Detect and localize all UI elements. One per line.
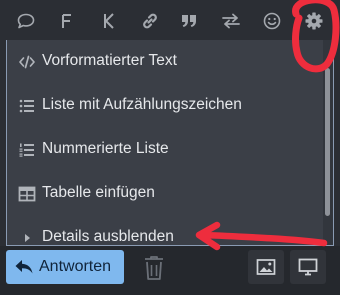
menu-item-label: Vorformatierter Text bbox=[42, 52, 177, 69]
menu-item-label: Tabelle einfügen bbox=[42, 184, 155, 201]
bold-button[interactable] bbox=[53, 8, 81, 34]
options-button[interactable] bbox=[300, 8, 328, 34]
menu-item-preformatted-text[interactable]: Vorformatierter Text bbox=[7, 40, 323, 84]
menu-item-numbered-list[interactable]: Nummerierte Liste bbox=[7, 128, 323, 172]
reply-arrow-icon bbox=[15, 260, 33, 274]
italic-icon bbox=[104, 13, 114, 29]
blockquote-button[interactable] bbox=[175, 8, 203, 34]
caret-right-icon bbox=[17, 228, 37, 245]
composer-footer: Antworten bbox=[0, 246, 340, 295]
reply-button-label: Antworten bbox=[39, 258, 112, 275]
upload-image-button[interactable] bbox=[248, 250, 284, 284]
code-icon bbox=[17, 52, 37, 72]
swap-arrows-icon bbox=[222, 13, 240, 29]
editor-toolbar bbox=[0, 0, 340, 40]
trash-icon bbox=[145, 256, 163, 280]
italic-button[interactable] bbox=[95, 8, 123, 34]
quote-bubble-button[interactable] bbox=[12, 8, 40, 34]
scrollbar-thumb[interactable] bbox=[325, 68, 330, 216]
gear-icon bbox=[305, 12, 323, 30]
link-icon bbox=[143, 13, 157, 29]
options-menu: Vorformatierter Text Liste mit Aufzählun… bbox=[7, 40, 323, 245]
quote-icon bbox=[182, 15, 196, 27]
numbered-list-icon bbox=[17, 140, 37, 160]
smiley-icon bbox=[263, 12, 281, 30]
menu-item-label: Details ausblenden bbox=[42, 228, 174, 245]
menu-item-details[interactable]: Details ausblenden bbox=[7, 216, 323, 245]
table-icon bbox=[17, 184, 37, 204]
link-button[interactable] bbox=[136, 8, 164, 34]
speech-bubble-icon bbox=[17, 13, 35, 29]
monitor-icon bbox=[298, 258, 318, 276]
bullet-list-icon bbox=[17, 96, 37, 116]
emoji-button[interactable] bbox=[258, 8, 286, 34]
toggle-preview-button[interactable] bbox=[290, 250, 326, 284]
bold-icon bbox=[62, 14, 71, 28]
discard-draft-button[interactable] bbox=[142, 254, 166, 282]
menu-item-bullet-list[interactable]: Liste mit Aufzählungszeichen bbox=[7, 84, 323, 128]
options-dropdown-panel: Vorformatierter Text Liste mit Aufzählun… bbox=[6, 40, 334, 246]
reply-button[interactable]: Antworten bbox=[6, 250, 124, 284]
menu-item-insert-table[interactable]: Tabelle einfügen bbox=[7, 172, 323, 216]
switch-editor-button[interactable] bbox=[217, 8, 245, 34]
image-icon bbox=[256, 259, 276, 275]
menu-item-label: Liste mit Aufzählungszeichen bbox=[42, 96, 242, 113]
menu-item-label: Nummerierte Liste bbox=[42, 140, 169, 157]
